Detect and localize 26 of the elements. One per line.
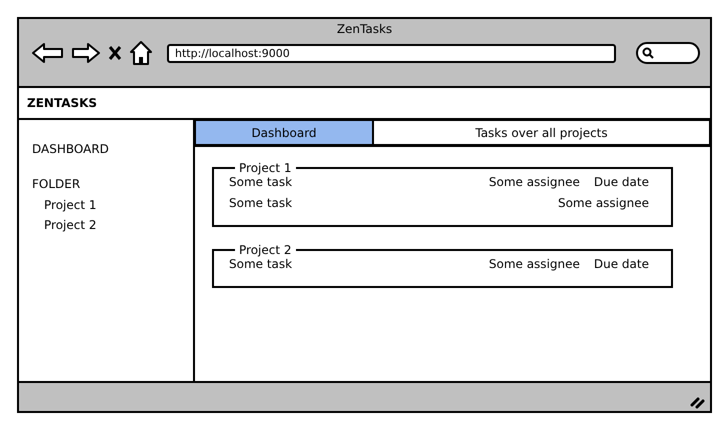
window-title: ZenTasks (336, 22, 394, 36)
sidebar-item[interactable]: Project 1 (32, 198, 193, 212)
tab[interactable]: Tasks over all projects (373, 120, 710, 144)
task-assignee: Some assignee (488, 257, 580, 271)
task-due-date: Due date (594, 175, 649, 189)
resize-grip-icon[interactable] (690, 395, 706, 409)
forward-icon[interactable] (71, 42, 101, 64)
task-name: Some task (229, 175, 292, 189)
tab[interactable]: Dashboard (195, 120, 373, 144)
task-assignee: Some assignee (488, 175, 580, 189)
app-title: ZENTASKS (27, 96, 98, 110)
task-assignee: Some assignee (558, 196, 649, 210)
task-name: Some task (229, 196, 292, 210)
task-name: Some task (229, 257, 292, 271)
close-icon[interactable] (107, 44, 123, 62)
sidebar-item[interactable]: Project 2 (32, 218, 193, 232)
search-field[interactable] (636, 42, 700, 64)
search-icon (642, 47, 654, 59)
home-icon[interactable] (129, 40, 153, 66)
project-title: Project 2 (238, 243, 293, 257)
task-due-date: Due date (594, 257, 649, 271)
project-title: Project 1 (238, 161, 293, 175)
back-icon[interactable] (31, 42, 65, 64)
sidebar-item[interactable]: FOLDER (32, 177, 193, 191)
address-field[interactable]: http://localhost:9000 (167, 44, 616, 62)
sidebar-item[interactable]: DASHBOARD (32, 142, 193, 156)
